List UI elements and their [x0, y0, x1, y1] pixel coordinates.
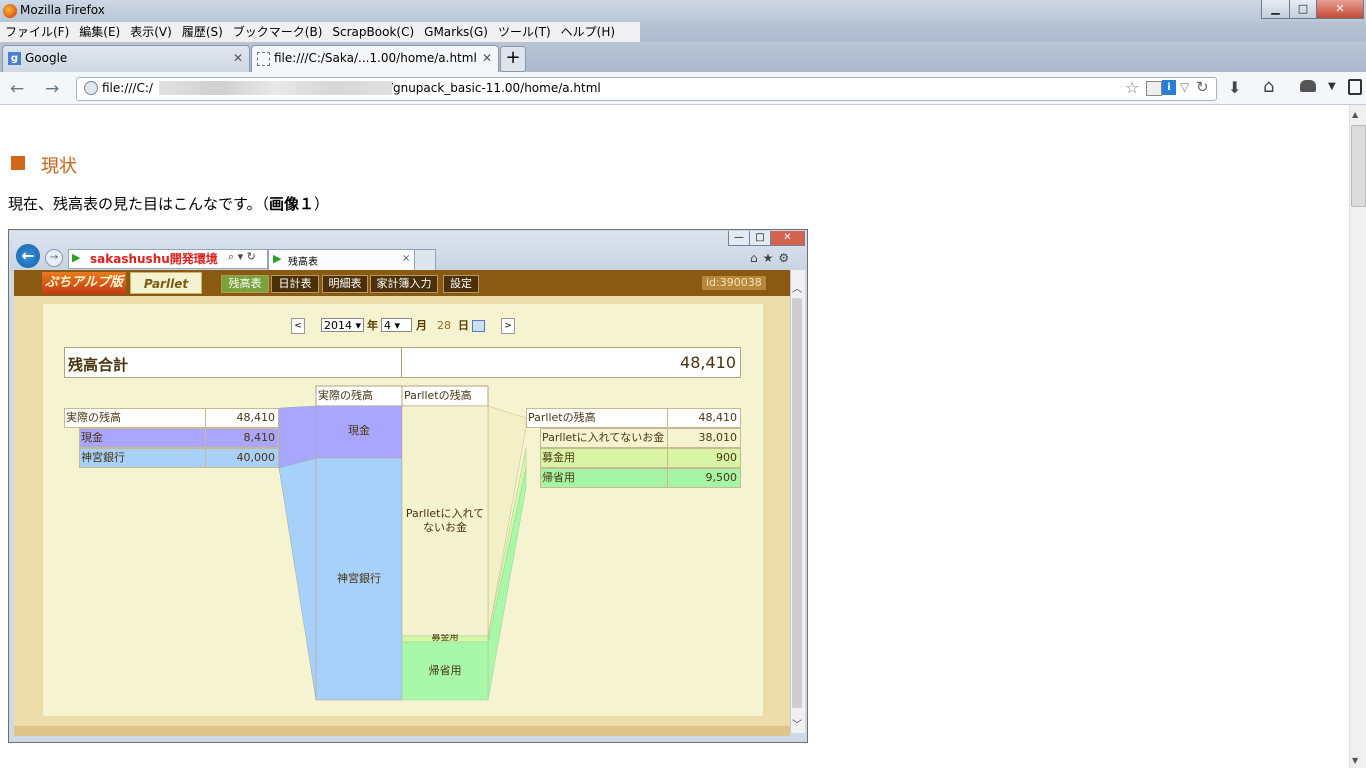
page-icon	[257, 52, 270, 66]
block-fund-label: 募金用	[431, 634, 459, 642]
parllet-balance-value: 48,410	[667, 408, 741, 428]
menu-bar-background	[640, 22, 1366, 42]
bank-value: 40,000	[205, 448, 279, 468]
block-cash-label: 現金	[348, 424, 370, 437]
ie-site-icon: ▶	[72, 251, 81, 264]
menu-scrapbook[interactable]: ScrapBook(C)	[327, 22, 419, 42]
ie-url-icons: ⌕ ▾ ↻	[228, 250, 256, 263]
fund-value: 900	[667, 448, 741, 468]
mid-col1-header: 実際の残高	[318, 389, 373, 402]
block-home-label: 帰省用	[428, 664, 462, 677]
menu-view[interactable]: 表示(V)	[125, 22, 177, 42]
ie-close-button: ✕	[770, 231, 805, 246]
home-label: 帰省用	[540, 468, 668, 488]
scroll-up-icon[interactable]: ▲	[1352, 110, 1358, 119]
ie-maximize-button: □	[749, 231, 771, 246]
menu-edit[interactable]: 編集(E)	[74, 22, 125, 42]
ie-tab-icon: ▶	[273, 252, 282, 265]
section-title: 現状	[41, 156, 77, 177]
body-paragraph: 現在、残高表の見た目はこんなです。（画像１）	[8, 195, 330, 213]
menu-file[interactable]: ファイル(F)	[0, 22, 74, 42]
page-scrollbar-thumb[interactable]	[1351, 125, 1366, 207]
menu-gmarks[interactable]: GMarks(G)	[419, 22, 493, 42]
ie-tab-close-icon: ×	[402, 253, 411, 264]
globe-icon	[84, 81, 98, 95]
app-tab-settings: 設定	[443, 275, 479, 293]
app-user-id: id:390038	[702, 276, 766, 290]
bank-label: 神宮銀行	[79, 448, 206, 468]
addon-icon[interactable]	[1300, 80, 1316, 92]
info-icon[interactable]: i	[1162, 80, 1176, 95]
download-icon[interactable]: ⬇	[1228, 78, 1241, 97]
app-logo: ぷちアルプ版	[42, 272, 126, 294]
app-tab-input: 家計簿入力	[370, 275, 438, 293]
bookmark-star-icon[interactable]: ☆	[1125, 78, 1139, 97]
google-icon: g	[8, 52, 21, 65]
back-icon[interactable]: ←	[10, 79, 24, 99]
tab-close-icon[interactable]: ✕	[482, 51, 492, 65]
title-bar: Mozilla Firefox	[0, 0, 1366, 22]
ie-url-text: sakashushu開発環境	[90, 252, 218, 266]
ie-tab-label: 残高表	[288, 257, 318, 268]
ie-back-icon: ←	[16, 244, 40, 268]
app-tab-detail: 明細表	[322, 275, 368, 293]
close-button[interactable]: ✕	[1316, 0, 1364, 19]
ie-scroll-up-icon: ︿	[792, 284, 802, 295]
menu-dropdown-icon[interactable]: ▼	[1328, 81, 1336, 92]
scroll-down-icon[interactable]: ▼	[1352, 756, 1358, 765]
block-unassigned-label: Parlletに入れてないお金	[405, 507, 485, 534]
app-tab-daily: 日計表	[271, 275, 319, 293]
home-icon[interactable]: ⌂	[1263, 76, 1274, 97]
menu-help[interactable]: ヘルプ(H)	[556, 22, 620, 42]
cash-label: 現金	[79, 428, 206, 448]
minimize-button[interactable]: ▁	[1261, 0, 1290, 19]
actual-balance-value: 48,410	[205, 408, 279, 428]
menu-tools[interactable]: ツール(T)	[493, 22, 556, 42]
menu-bookmarks[interactable]: ブックマーク(B)	[228, 22, 328, 42]
mid-col2-header: Parlletの残高	[404, 389, 472, 402]
dropdown-icon[interactable]: ▽	[1180, 80, 1189, 94]
menu-bar: ファイル(F) 編集(E) 表示(V) 履歴(S) ブックマーク(B) ScrapBook…	[0, 22, 640, 43]
tab-label: file:///C:/Saka/...1.00/home/a.html	[274, 51, 477, 65]
panel-icon[interactable]	[1348, 79, 1362, 95]
ie-minimize-button: —	[728, 231, 750, 246]
tab-close-icon[interactable]: ✕	[233, 51, 243, 65]
menu-history[interactable]: 履歴(S)	[177, 22, 228, 42]
home-value: 9,500	[667, 468, 741, 488]
ie-scrollbar-thumb	[792, 298, 802, 708]
window-title: Mozilla Firefox	[20, 3, 105, 17]
tab-label: Google	[25, 51, 68, 65]
parllet-logo: Parllet	[130, 272, 202, 294]
ie-new-tab	[414, 249, 436, 271]
reload-icon[interactable]: ↻	[1196, 78, 1209, 96]
ie-right-icons: ⌂★⚙	[750, 251, 795, 265]
forward-icon[interactable]: →	[45, 79, 59, 99]
ie-scroll-down-icon: ﹀	[792, 720, 802, 731]
ie-forward-icon: →	[45, 249, 63, 267]
url-redacted	[159, 81, 392, 95]
reader-icon[interactable]	[1146, 81, 1162, 96]
cash-value: 8,410	[205, 428, 279, 448]
tab-file[interactable]: file:///C:/Saka/...1.00/home/a.html ✕	[251, 45, 499, 72]
parllet-balance-label: Parlletの残高	[526, 408, 668, 428]
actual-balance-label: 実際の残高	[64, 408, 206, 428]
section-square-icon	[11, 156, 25, 170]
unassigned-label: Parlletに入れてないお金	[540, 428, 668, 448]
tab-google[interactable]: g Google ✕	[2, 45, 250, 72]
block-bank-label: 神宮銀行	[337, 572, 381, 585]
firefox-icon	[3, 4, 17, 18]
app-tab-balance: 残高表	[221, 275, 269, 293]
new-tab-button[interactable]: +	[500, 46, 526, 72]
fund-label: 募金用	[540, 448, 668, 468]
maximize-button[interactable]: □	[1289, 0, 1317, 19]
unassigned-value: 38,010	[667, 428, 741, 448]
